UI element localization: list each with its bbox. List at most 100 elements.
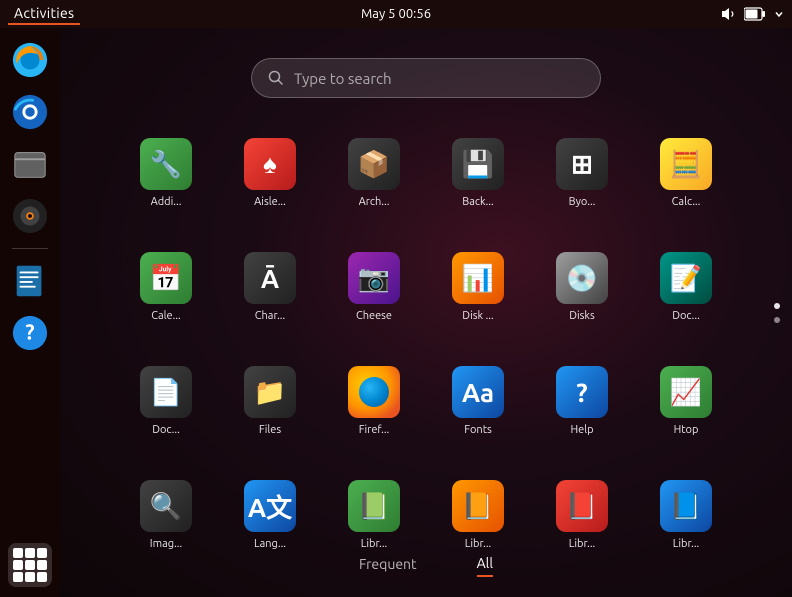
app-label: Htop [674,424,699,436]
app-item[interactable]: 📁 Files [220,346,320,456]
app-item[interactable]: 📕 Libr... [532,460,632,570]
app-item[interactable]: 📊 Disk ... [428,232,528,342]
app-icon: 📗 [348,480,400,532]
main-content: Type to search 🔧 Addi... ♠ Aisle... 📦 Arch...… [60,28,792,597]
app-item[interactable]: 📈 Htop [636,346,736,456]
app-label: Arch... [359,196,390,208]
app-icon: ♠ [244,138,296,190]
app-label: Doc... [152,424,180,436]
app-label: Libr... [673,538,700,550]
app-item[interactable]: ⊞Byo... [532,118,632,228]
app-item[interactable]: 📝 Doc... [636,232,736,342]
app-icon: 📘 [660,480,712,532]
app-item[interactable]: 📘 Libr... [636,460,736,570]
app-icon: 💿 [556,252,608,304]
app-item[interactable]: ♠ Aisle... [220,118,320,228]
app-icon: 🔧 [140,138,192,190]
app-label: Libr... [465,538,492,550]
app-item[interactable]: 💾 Back... [428,118,528,228]
app-item[interactable]: Ā Char... [220,232,320,342]
search-icon [268,70,284,86]
svg-text:?: ? [25,321,34,344]
search-placeholder: Type to search [294,70,584,87]
app-label: Char... [255,310,285,322]
dock: ? [0,28,60,597]
app-label: Firef... [359,424,390,436]
app-icon: Ā [244,252,296,304]
dock-item-writer[interactable] [8,259,52,303]
scroll-dot-1 [774,303,780,309]
app-icon: 📊 [452,252,504,304]
app-label: Help [570,424,593,436]
search-bar[interactable]: Type to search [251,58,601,98]
app-item[interactable]: ? Help [532,346,632,456]
app-icon: Aa [452,366,504,418]
app-item[interactable]: 🔧 Addi... [116,118,216,228]
search-container: Type to search [251,58,601,98]
top-bar: Activities May 5 00:56 [0,0,792,28]
app-label: Aisle... [254,196,286,208]
tab-all[interactable]: All [477,555,493,577]
datetime-display: May 5 00:56 [361,7,431,21]
app-label: Cheese [356,310,392,322]
app-item[interactable]: 📄 Doc... [116,346,216,456]
app-label: Libr... [569,538,596,550]
bottom-tabs: Frequent All [359,555,493,577]
dock-item-firefox[interactable] [8,38,52,82]
app-item[interactable]: 📗 Libr... [324,460,424,570]
scroll-dot-2 [774,317,780,323]
app-icon: 📦 [348,138,400,190]
app-item[interactable]: Aa Fonts [428,346,528,456]
app-label: Addi... [151,196,182,208]
system-tray [720,6,784,22]
app-label: Disk ... [462,310,493,322]
app-icon: 🔍 [140,480,192,532]
app-item[interactable]: 📷 Cheese [324,232,424,342]
app-item[interactable]: 📅Cale... [116,232,216,342]
app-icon: 📙 [452,480,504,532]
app-icon: 📄 [140,366,192,418]
app-item[interactable]: 📙 Libr... [428,460,528,570]
app-icon: 📷 [348,252,400,304]
app-label: Disks [569,310,595,322]
app-icon: A文 [244,480,296,532]
app-label: Byo... [569,196,596,208]
clock: May 5 00:56 [361,7,431,21]
app-item[interactable]: Firef... [324,346,424,456]
app-icon: 📈 [660,366,712,418]
app-grid: 🔧 Addi... ♠ Aisle... 📦 Arch... 💾 Back... ⊞Byo...… [96,118,756,570]
app-label: Lang... [254,538,286,550]
app-icon: 📕 [556,480,608,532]
dock-item-thunderbird[interactable] [8,90,52,134]
app-item[interactable]: 🧮 Calc... [636,118,736,228]
dock-divider [12,248,48,249]
app-label: Back... [462,196,493,208]
app-item[interactable]: 📦 Arch... [324,118,424,228]
dock-item-files[interactable] [8,142,52,186]
app-label: Cale... [151,310,180,322]
activities-button[interactable]: Activities [8,3,80,25]
dock-item-help[interactable]: ? [8,311,52,355]
app-icon: 🧮 [660,138,712,190]
app-label: Calc... [672,196,701,208]
app-icon [348,366,400,418]
app-item[interactable]: 💿 Disks [532,232,632,342]
dock-item-rhythmbox[interactable] [8,194,52,238]
app-label: Doc... [672,310,700,322]
volume-icon[interactable] [720,6,736,22]
tab-frequent[interactable]: Frequent [359,556,417,576]
app-label: Fonts [464,424,492,436]
app-icon: 📁 [244,366,296,418]
app-label: Files [259,424,281,436]
app-icon: ? [556,366,608,418]
app-item[interactable]: 🔍 Imag... [116,460,216,570]
dropdown-icon[interactable] [774,9,784,19]
battery-icon[interactable] [744,7,766,21]
app-label: Libr... [361,538,388,550]
scroll-indicator [774,303,780,323]
app-item[interactable]: A文 Lang... [220,460,320,570]
app-icon: 📝 [660,252,712,304]
show-applications-button[interactable] [8,543,52,587]
app-icon: 💾 [452,138,504,190]
app-label: Imag... [150,538,182,550]
